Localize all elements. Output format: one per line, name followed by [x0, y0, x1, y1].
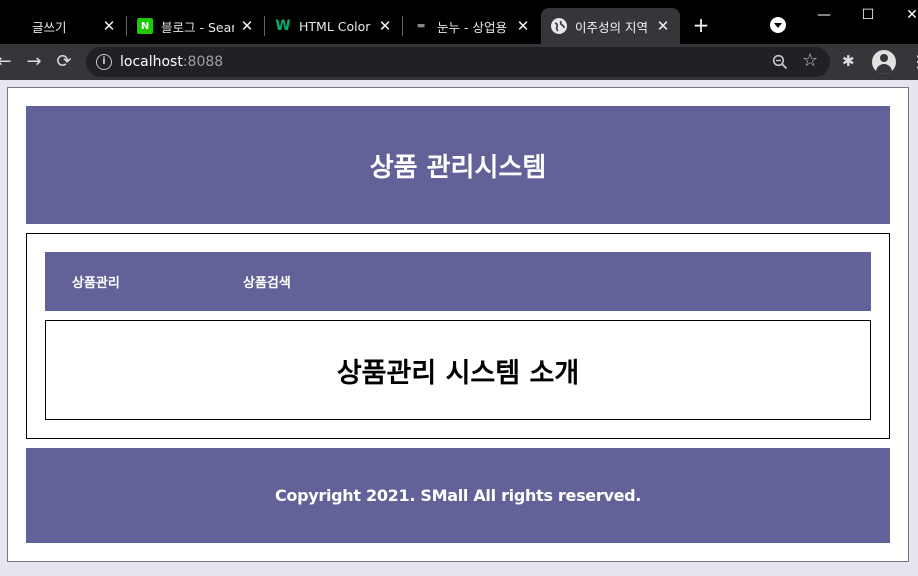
nav-product-search-link[interactable]: 상품검색: [243, 272, 291, 291]
menu-icon[interactable]: ⋮: [910, 52, 918, 71]
browser-tab-bar: 글쓰기 ✕ N 블로그 - Sear ✕ W HTML Color P ✕ ▬ …: [0, 0, 918, 44]
url-text[interactable]: localhost:8088: [120, 54, 223, 70]
reload-icon[interactable]: ⟳: [52, 50, 76, 74]
forward-icon[interactable]: →: [22, 50, 46, 74]
minimize-icon[interactable]: —: [810, 4, 838, 26]
site-header: 상품 관리시스템: [26, 106, 890, 224]
profile-icon[interactable]: [872, 50, 896, 74]
nav-product-manage-link[interactable]: 상품관리: [72, 272, 120, 291]
address-bar[interactable]: i localhost:8088 ☆: [86, 47, 830, 77]
tab-search-icon[interactable]: [770, 17, 786, 33]
footer-copyright: Copyright 2021. SMall All rights reserve…: [274, 486, 642, 505]
tab-title: 블로그 - Sear: [161, 19, 234, 35]
url-port: :8088: [182, 54, 224, 70]
tab-title: 눈누 - 상업용: [437, 19, 507, 35]
intro-section: 상품관리 시스템 소개: [45, 320, 871, 420]
tab-write[interactable]: 글쓰기 ✕: [8, 8, 126, 44]
tab-title: 이주성의 지역: [575, 19, 648, 35]
maximize-icon[interactable]: ☐: [854, 4, 882, 26]
tab-title: HTML Color P: [299, 18, 372, 34]
tab-noonnu[interactable]: ▬ 눈누 - 상업용 ✕: [403, 8, 540, 44]
nav-bar: 상품관리 상품검색: [45, 252, 871, 311]
bookmark-star-icon[interactable]: ☆: [802, 50, 818, 71]
browser-toolbar: ← → ⟳ i localhost:8088 ☆ ✱ ⋮: [0, 44, 918, 80]
close-icon[interactable]: ✕: [240, 17, 254, 35]
tab-blog-search[interactable]: N 블로그 - Sear ✕: [127, 8, 264, 44]
new-tab-button[interactable]: +: [690, 14, 712, 36]
close-icon[interactable]: ✕: [516, 17, 530, 35]
tab-active[interactable]: 이주성의 지역 ✕: [541, 8, 680, 44]
window-close-icon[interactable]: ✕: [898, 4, 918, 26]
zoom-icon[interactable]: [772, 54, 788, 70]
close-icon[interactable]: ✕: [378, 17, 392, 35]
tab-html-color[interactable]: W HTML Color P ✕: [265, 8, 402, 44]
info-icon[interactable]: i: [96, 54, 112, 70]
intro-title: 상품관리 시스템 소개: [336, 357, 580, 389]
close-icon[interactable]: ✕: [656, 17, 670, 35]
page-container: 상품 관리시스템 상품관리 상품검색 상품관리 시스템 소개 Copyright…: [7, 87, 909, 562]
naver-icon: N: [137, 18, 153, 34]
site-footer: Copyright 2021. SMall All rights reserve…: [26, 448, 890, 543]
url-host: localhost: [120, 54, 183, 70]
globe-icon: [551, 18, 567, 34]
extensions-icon[interactable]: ✱: [842, 52, 855, 70]
w3-icon: W: [275, 18, 291, 34]
tab-title: 글쓰기: [32, 19, 67, 35]
noonnu-icon: ▬: [416, 21, 426, 31]
main-section: 상품관리 상품검색 상품관리 시스템 소개: [26, 233, 890, 439]
close-icon[interactable]: ✕: [102, 17, 116, 35]
page-title: 상품 관리시스템: [369, 152, 547, 183]
back-icon[interactable]: ←: [0, 50, 16, 74]
